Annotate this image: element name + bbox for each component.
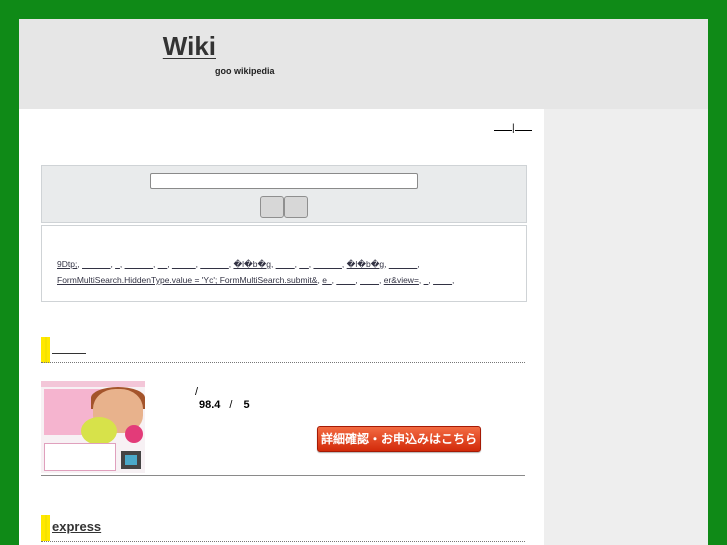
top-link-left[interactable] xyxy=(494,122,512,131)
search-alt-button[interactable] xyxy=(284,196,308,218)
search-panel xyxy=(41,165,527,223)
top-link-right[interactable] xyxy=(514,122,532,131)
product-divider xyxy=(41,475,525,476)
product-price: 98.4 / 5 xyxy=(199,399,250,411)
keyword-link[interactable]: FormMultiSearch.HiddenType.value = 'Yc';… xyxy=(57,275,317,285)
keyword-link[interactable]: __ xyxy=(299,259,308,269)
top-links: | xyxy=(494,122,532,134)
search-input[interactable] xyxy=(150,173,418,189)
keyword-link[interactable]: ____ xyxy=(360,275,379,285)
site-title-link[interactable]: Wiki xyxy=(26,29,216,63)
keyword-link[interactable]: 9Dtp; xyxy=(57,259,77,269)
keyword-line-2: FormMultiSearch.HiddenType.value = 'Yc';… xyxy=(57,275,454,285)
keyword-panel: 9Dtp;, ______, _, ______, __, _____, ___… xyxy=(41,225,527,302)
keyword-link[interactable]: ______ xyxy=(389,259,417,269)
keyword-link[interactable]: ____ xyxy=(336,275,355,285)
detail-apply-button[interactable]: 詳細確認・お申込みはこちら xyxy=(317,426,481,452)
section-title-link[interactable] xyxy=(52,344,86,354)
page-frame: Wiki goo wikipedia | 9Dtp;, ______, _, _… xyxy=(19,19,708,545)
keyword-link[interactable]: ____ xyxy=(276,259,295,269)
product-slash: / xyxy=(195,386,199,398)
section-divider xyxy=(41,541,525,542)
keyword-link[interactable]: ______ xyxy=(314,259,342,269)
section-marker-inner xyxy=(47,515,50,541)
product-banner-image[interactable] xyxy=(41,381,145,473)
keyword-link[interactable]: e_ xyxy=(322,275,331,285)
section-marker-inner xyxy=(47,337,50,363)
keyword-separator: , xyxy=(452,275,455,285)
keyword-link[interactable]: _____ xyxy=(172,259,196,269)
keyword-link[interactable]: ______ xyxy=(125,259,153,269)
price-count: 5 xyxy=(243,399,250,411)
keyword-link[interactable]: er&view= xyxy=(384,275,419,285)
search-button[interactable] xyxy=(260,196,284,218)
keyword-link[interactable]: ______ xyxy=(82,259,110,269)
site-header: Wiki goo wikipedia xyxy=(19,19,708,109)
price-value: 98.4 xyxy=(199,399,221,411)
keyword-line-1: 9Dtp;, ______, _, ______, __, _____, ___… xyxy=(57,259,420,270)
price-separator: / xyxy=(229,399,233,411)
site-subtitle: goo wikipedia xyxy=(215,66,275,76)
keyword-link[interactable]: ______ xyxy=(200,259,228,269)
keyword-separator: , xyxy=(417,259,420,269)
keyword-link[interactable]: �l�b�g xyxy=(347,259,385,269)
right-sidebar xyxy=(544,109,708,545)
keyword-link[interactable]: �l�b�g xyxy=(233,259,271,269)
keyword-link[interactable]: __ xyxy=(158,259,167,269)
section-express-link[interactable]: express xyxy=(52,519,101,534)
keyword-link[interactable]: ____ xyxy=(433,275,452,285)
section-divider xyxy=(41,362,525,363)
